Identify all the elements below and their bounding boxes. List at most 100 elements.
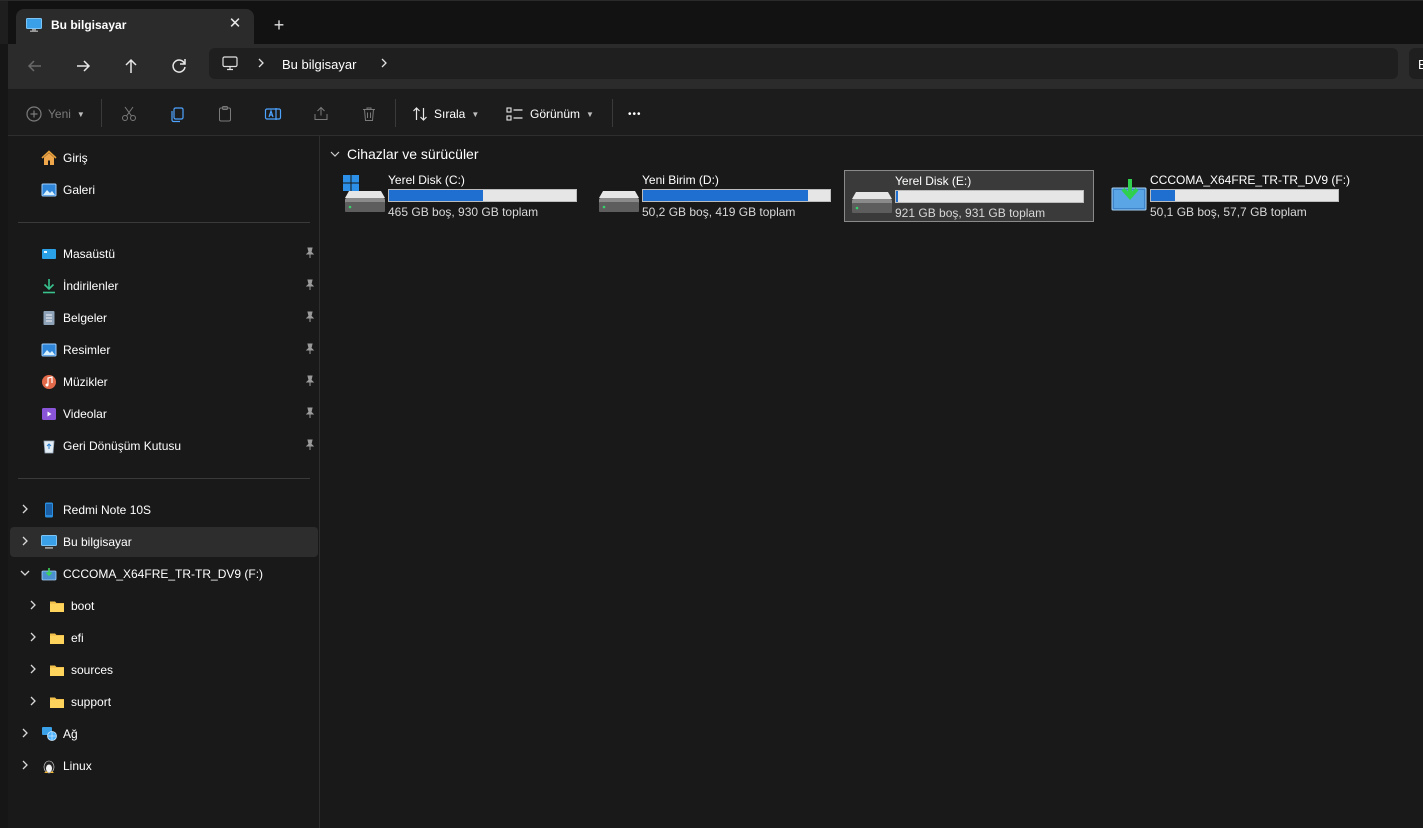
view-label: Görünüm <box>530 107 581 121</box>
chevron-right-icon[interactable] <box>18 758 32 772</box>
sidebar-item-label: Geri Dönüşüm Kutusu <box>63 439 182 453</box>
pin-icon[interactable] <box>304 343 316 355</box>
plus-circle-icon <box>26 106 42 122</box>
sidebar-item-network[interactable]: Ağ <box>8 719 318 749</box>
pin-icon[interactable] <box>304 439 316 451</box>
storage-bar <box>642 189 831 202</box>
pin-icon[interactable] <box>304 375 316 387</box>
hard-drive-icon <box>599 191 639 212</box>
view-button[interactable]: Görünüm ▼ <box>506 103 594 125</box>
sidebar-item-videos[interactable]: Videolar <box>8 399 318 429</box>
dvd-drive-icon <box>1111 179 1147 211</box>
pin-icon[interactable] <box>304 247 316 259</box>
sidebar-item-gallery[interactable]: Galeri <box>8 175 318 205</box>
chevron-right-icon[interactable] <box>256 56 266 70</box>
drive-tile-d[interactable]: Yeni Birim (D:) 50,2 GB boş, 419 GB topl… <box>592 170 842 222</box>
address-bar[interactable]: Bu bilgisayar <box>209 48 1398 79</box>
sidebar-item-folder-support[interactable]: support <box>8 687 318 717</box>
pin-icon[interactable] <box>304 279 316 291</box>
new-tab-button[interactable]: + <box>267 13 291 37</box>
chevron-down-icon: ▼ <box>76 109 85 119</box>
pictures-icon <box>41 343 57 357</box>
sidebar-item-music[interactable]: Müzikler <box>8 367 318 397</box>
storage-bar-fill <box>389 190 483 201</box>
sidebar-item-label: boot <box>71 599 95 613</box>
sidebar-item-linux[interactable]: Linux <box>8 751 318 781</box>
sidebar-item-label: İndirilenler <box>63 279 119 293</box>
rename-icon[interactable] <box>264 103 282 125</box>
drive-name: Yerel Disk (E:) <box>895 174 972 188</box>
sidebar-item-label: Giriş <box>63 151 88 165</box>
paste-icon[interactable] <box>216 103 234 125</box>
windows-drive-icon <box>343 175 385 212</box>
drive-tile-e[interactable]: Yerel Disk (E:) 921 GB boş, 931 GB topla… <box>844 170 1094 222</box>
music-icon <box>42 375 56 389</box>
storage-bar <box>1150 189 1339 202</box>
chevron-right-icon[interactable] <box>18 534 32 548</box>
up-arrow-icon[interactable] <box>118 53 144 79</box>
storage-bar <box>388 189 577 202</box>
chevron-right-icon[interactable] <box>26 694 40 708</box>
sidebar-item-documents[interactable]: Belgeler <box>8 303 318 333</box>
chevron-right-icon[interactable] <box>18 502 32 516</box>
drive-name: Yeni Birim (D:) <box>642 173 719 187</box>
this-pc-icon <box>41 535 57 549</box>
divider <box>101 99 102 127</box>
sidebar-item-folder-efi[interactable]: efi <box>8 623 318 653</box>
close-tab-icon[interactable]: ✕ <box>225 14 245 34</box>
forward-arrow-icon[interactable] <box>70 53 96 79</box>
share-icon[interactable] <box>312 103 330 125</box>
tab-this-pc[interactable]: Bu bilgisayar ✕ <box>16 9 254 45</box>
sidebar-item-label: CCCOMA_X64FRE_TR-TR_DV9 (F:) <box>63 567 264 581</box>
sidebar-item-desktop[interactable]: Masaüstü <box>8 239 318 269</box>
drive-tile-c[interactable]: Yerel Disk (C:) 465 GB boş, 930 GB topla… <box>338 170 588 222</box>
copy-icon[interactable] <box>168 103 186 125</box>
chevron-down-icon[interactable] <box>329 148 341 160</box>
refresh-icon[interactable] <box>166 53 192 79</box>
home-icon <box>41 150 57 165</box>
sidebar-item-label: Galeri <box>63 183 96 197</box>
pin-icon[interactable] <box>304 407 316 419</box>
storage-bar-fill <box>896 191 898 202</box>
new-button[interactable]: Yeni ▼ <box>26 103 85 125</box>
cut-icon[interactable] <box>120 103 138 125</box>
sidebar-item-label: Linux <box>63 759 92 773</box>
folder-icon <box>50 665 64 676</box>
window-edge <box>0 1 8 45</box>
network-icon <box>42 727 57 741</box>
downloads-icon <box>43 279 55 294</box>
folder-icon <box>50 633 64 644</box>
delete-icon[interactable] <box>360 103 378 125</box>
drive-info: 465 GB boş, 930 GB toplam <box>388 205 539 219</box>
sidebar-item-folder-boot[interactable]: boot <box>8 591 318 621</box>
sidebar-item-dvd-drive[interactable]: CCCOMA_X64FRE_TR-TR_DV9 (F:) <box>8 559 318 589</box>
pin-icon[interactable] <box>304 311 316 323</box>
folder-icon <box>50 601 64 612</box>
sidebar-item-pictures[interactable]: Resimler <box>8 335 318 365</box>
sidebar-item-redmi-note[interactable]: Redmi Note 10S <box>8 495 318 525</box>
sidebar-item-label: Bu bilgisayar <box>63 535 132 549</box>
more-options-button[interactable]: ••• <box>628 103 642 125</box>
storage-bar <box>895 190 1084 203</box>
back-arrow-icon[interactable] <box>22 53 48 79</box>
sidebar-item-folder-sources[interactable]: sources <box>8 655 318 685</box>
group-header[interactable]: Cihazlar ve sürücüler <box>329 146 479 162</box>
drive-tile-f[interactable]: CCCOMA_X64FRE_TR-TR_DV9 (F:) 50,1 GB boş… <box>1100 170 1350 222</box>
sidebar-item-label: sources <box>71 663 114 677</box>
tab-title: Bu bilgisayar <box>51 18 127 32</box>
sidebar-item-this-pc[interactable]: Bu bilgisayar <box>10 527 318 557</box>
search-input[interactable]: B <box>1409 48 1423 79</box>
drive-name: Yerel Disk (C:) <box>388 173 465 187</box>
this-pc-icon <box>26 18 42 32</box>
chevron-right-icon[interactable] <box>26 662 40 676</box>
sidebar-item-recycle-bin[interactable]: Geri Dönüşüm Kutusu <box>8 431 318 461</box>
chevron-right-icon[interactable] <box>18 726 32 740</box>
breadcrumb[interactable]: Bu bilgisayar <box>282 57 356 72</box>
chevron-right-icon[interactable] <box>26 630 40 644</box>
chevron-down-icon[interactable] <box>18 566 32 580</box>
sidebar-item-downloads[interactable]: İndirilenler <box>8 271 318 301</box>
sort-button[interactable]: Sırala ▼ <box>412 103 479 125</box>
sidebar-item-home[interactable]: Giriş <box>8 143 318 173</box>
chevron-right-icon[interactable] <box>379 56 389 70</box>
chevron-right-icon[interactable] <box>26 598 40 612</box>
